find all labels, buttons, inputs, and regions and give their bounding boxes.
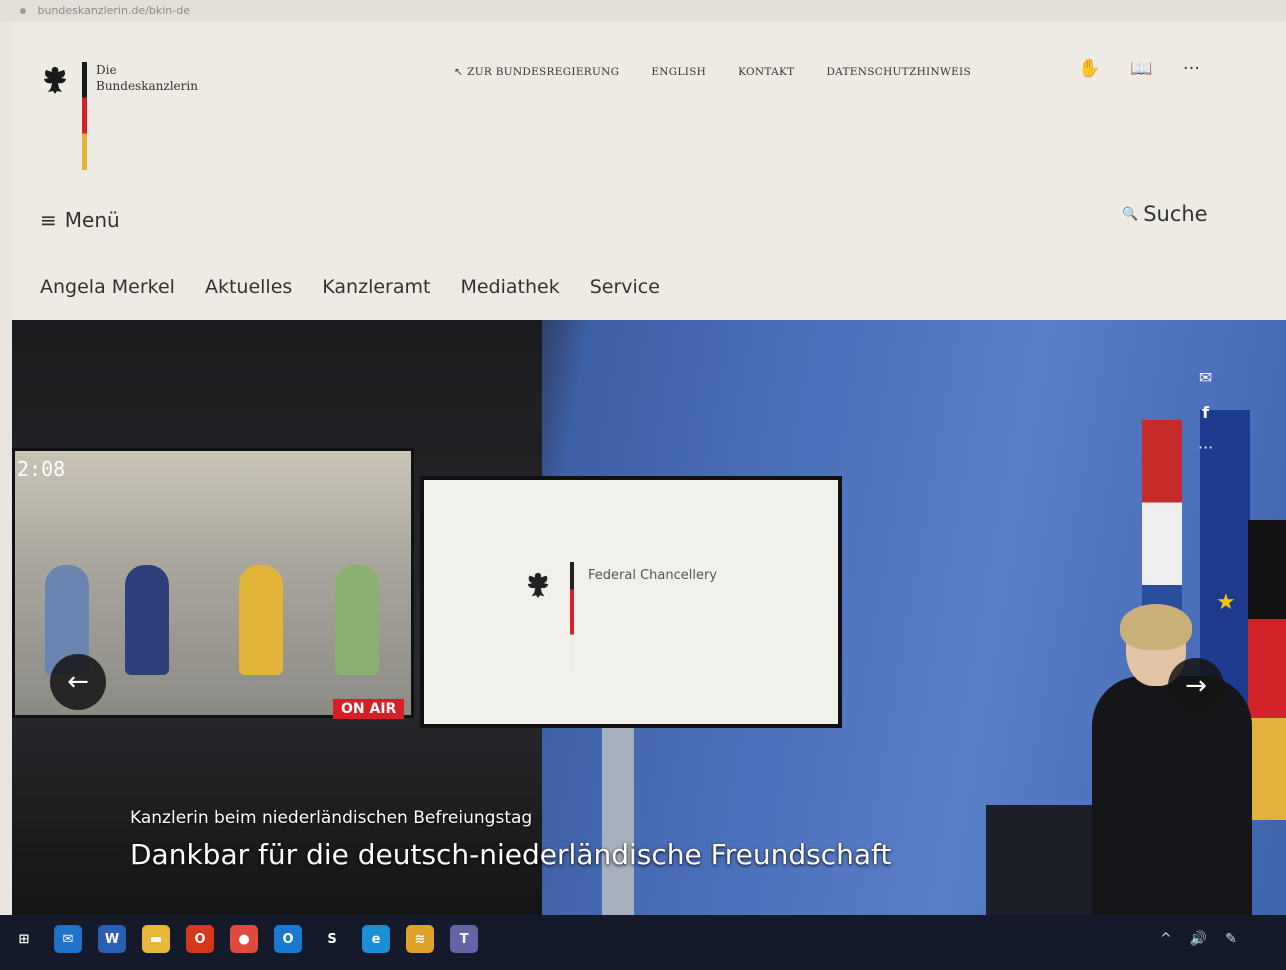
hero-kicker: Kanzlerin beim niederländischen Befreiun… (130, 808, 533, 828)
arrow-up-left-icon: ↖ (454, 66, 464, 78)
volume-icon[interactable]: 🔊 (1190, 931, 1207, 947)
more-icon[interactable]: ··· (1198, 438, 1213, 457)
studio-person (335, 565, 379, 675)
accessibility-icons: ✋ 📖 ··· (1078, 58, 1200, 79)
flag-stripe (82, 62, 87, 170)
nav-mediathek[interactable]: Mediathek (460, 276, 559, 298)
share-bar: ✉ f ··· (1198, 368, 1213, 457)
spotify-icon[interactable]: ≋ (406, 925, 434, 953)
link-datenschutzhinweis[interactable]: DATENSCHUTZHINWEIS (826, 66, 971, 78)
speaker-figure (1092, 604, 1252, 915)
site-header: Die Bundeskanzlerin ↖ ZUR BUNDESREGIERUNG… (12, 22, 1286, 320)
word-icon[interactable]: W (98, 925, 126, 953)
nav-kanzleramt[interactable]: Kanzleramt (322, 276, 430, 298)
tray-chevron-icon[interactable]: ^ (1160, 931, 1172, 947)
link-zur-bundesregierung[interactable]: ↖ ZUR BUNDESREGIERUNG (454, 66, 619, 78)
browser-address-bar[interactable]: bundeskanzlerin.de/bkin-de (0, 0, 1286, 22)
hero-caption[interactable]: Kanzlerin beim niederländischen Befreiun… (130, 808, 891, 871)
windows-taskbar: ⊞ ✉ W ▬ O ● O Se ≋ T ^ 🔊 ✎ (0, 915, 1286, 970)
menu-button[interactable]: ≡ Menü (40, 208, 120, 232)
podium (986, 805, 1102, 915)
screen-label: Federal Chancellery (588, 568, 717, 583)
on-air-badge: ON AIR (333, 699, 405, 719)
sign-language-icon[interactable]: ✋ (1078, 58, 1100, 79)
nav-angela-merkel[interactable]: Angela Merkel (40, 276, 175, 298)
mail-icon[interactable]: ✉ (54, 925, 82, 953)
secure-icon (20, 8, 26, 14)
nav-aktuelles[interactable]: Aktuelles (205, 276, 292, 298)
office-icon[interactable]: O (186, 925, 214, 953)
hero-headline[interactable]: Dankbar für die deutsch-niederländische … (130, 838, 891, 871)
logo-text: Die Bundeskanzlerin (96, 62, 198, 94)
search-button[interactable]: 🔍 Suche (1122, 202, 1208, 226)
taskbar-apps: ⊞ ✉ W ▬ O ● O Se ≋ T (10, 925, 478, 953)
file-explorer-icon[interactable]: ▬ (142, 925, 170, 953)
flag-stripe (570, 562, 574, 672)
federal-eagle-icon (44, 67, 66, 94)
outlook-icon[interactable]: O (274, 925, 302, 953)
easy-language-icon[interactable]: 📖 (1130, 58, 1152, 79)
hero-slider[interactable]: 2:08 ON AIR Federal Chancellery ★ ✉ f ··… (12, 320, 1286, 915)
screen-clock: 2:08 (17, 457, 66, 481)
top-navigation: ↖ ZUR BUNDESREGIERUNG ENGLISH KONTAKT DAT… (454, 66, 971, 78)
menu-label: Menü (64, 208, 120, 232)
hamburger-icon: ≡ (40, 208, 57, 232)
system-tray: ^ 🔊 ✎ (1160, 931, 1237, 947)
nav-service[interactable]: Service (590, 276, 660, 298)
main-navigation: Angela Merkel Aktuelles Kanzleramt Media… (40, 276, 660, 298)
slider-prev-button[interactable]: ← (50, 654, 106, 710)
studio-person (125, 565, 169, 675)
federal-eagle-icon (527, 572, 549, 599)
teams-icon[interactable]: T (450, 925, 478, 953)
task-view-icon[interactable]: ⊞ (10, 925, 38, 953)
edge-icon[interactable]: e (362, 925, 390, 953)
facebook-icon[interactable]: f (1202, 403, 1209, 422)
pen-icon[interactable]: ✎ (1225, 931, 1237, 947)
search-label: Suche (1143, 202, 1208, 226)
slider-next-button[interactable]: → (1168, 658, 1224, 714)
link-kontakt[interactable]: KONTAKT (738, 66, 794, 78)
skype-or-sway-icon[interactable]: S (318, 925, 346, 953)
more-icon[interactable]: ··· (1183, 58, 1200, 79)
german-flag (1248, 520, 1286, 820)
link-english[interactable]: ENGLISH (651, 66, 706, 78)
search-icon: 🔍 (1122, 206, 1139, 222)
logo-line2: Bundeskanzlerin (96, 79, 198, 93)
chrome-icon[interactable]: ● (230, 925, 258, 953)
mail-icon[interactable]: ✉ (1199, 368, 1212, 387)
studio-person (239, 565, 283, 675)
url-text[interactable]: bundeskanzlerin.de/bkin-de (38, 4, 191, 17)
logo-line1: Die (96, 63, 117, 77)
chancellery-screen: Federal Chancellery (420, 476, 842, 728)
